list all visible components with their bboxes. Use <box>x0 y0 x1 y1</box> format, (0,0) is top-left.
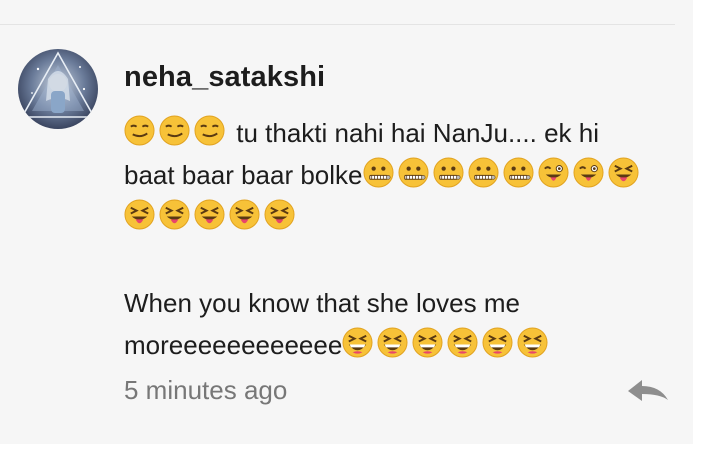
smirk-emoji-icon <box>124 115 155 146</box>
comment-text: baat baar baar bolke <box>124 160 363 191</box>
smirk-emoji-icon <box>194 115 225 146</box>
wink-tongue-emoji-icon <box>573 157 604 188</box>
zipper-emoji-icon <box>398 157 429 188</box>
zipper-emoji-icon <box>468 157 499 188</box>
zipper-emoji-icon <box>433 157 464 188</box>
comment-card: neha_satakshi tu thakti nahi hai NanJu..… <box>0 0 693 444</box>
reply-icon[interactable] <box>624 376 672 406</box>
comment-text: When you know that she loves me <box>124 288 520 319</box>
squint-tongue-emoji-icon <box>608 157 639 188</box>
timestamp: 5 minutes ago <box>124 375 288 405</box>
comment-text: tu thakti nahi hai NanJu.... ek hi <box>229 118 599 149</box>
wink-tongue-emoji-icon <box>538 157 569 188</box>
comment-body: tu thakti nahi hai NanJu.... ek hi baat b… <box>124 110 684 364</box>
smirk-emoji-icon <box>159 115 190 146</box>
zipper-emoji-icon <box>363 157 394 188</box>
laughing-emoji-icon <box>342 327 373 358</box>
squint-tongue-emoji-icon <box>229 199 260 230</box>
laughing-emoji-icon <box>517 327 548 358</box>
squint-tongue-emoji-icon <box>159 199 190 230</box>
comment-line: tu thakti nahi hai NanJu.... ek hi <box>124 110 684 152</box>
laughing-emoji-icon <box>412 327 443 358</box>
laughing-emoji-icon <box>447 327 478 358</box>
avatar[interactable] <box>18 49 98 129</box>
comment-line: When you know that she loves me <box>124 280 684 322</box>
comment-text: moreeeeeeeeeeee <box>124 330 343 361</box>
laughing-emoji-icon <box>377 327 408 358</box>
comment-line: baat baar baar bolke <box>124 152 684 194</box>
comment-line <box>124 194 684 236</box>
zipper-emoji-icon <box>503 157 534 188</box>
username[interactable]: neha_satakshi <box>124 61 325 94</box>
comment-line <box>124 236 684 280</box>
laughing-emoji-icon <box>482 327 513 358</box>
divider <box>0 24 675 25</box>
squint-tongue-emoji-icon <box>194 199 225 230</box>
comment-line: moreeeeeeeeeeee <box>124 322 684 364</box>
squint-tongue-emoji-icon <box>124 199 155 230</box>
squint-tongue-emoji-icon <box>264 199 295 230</box>
